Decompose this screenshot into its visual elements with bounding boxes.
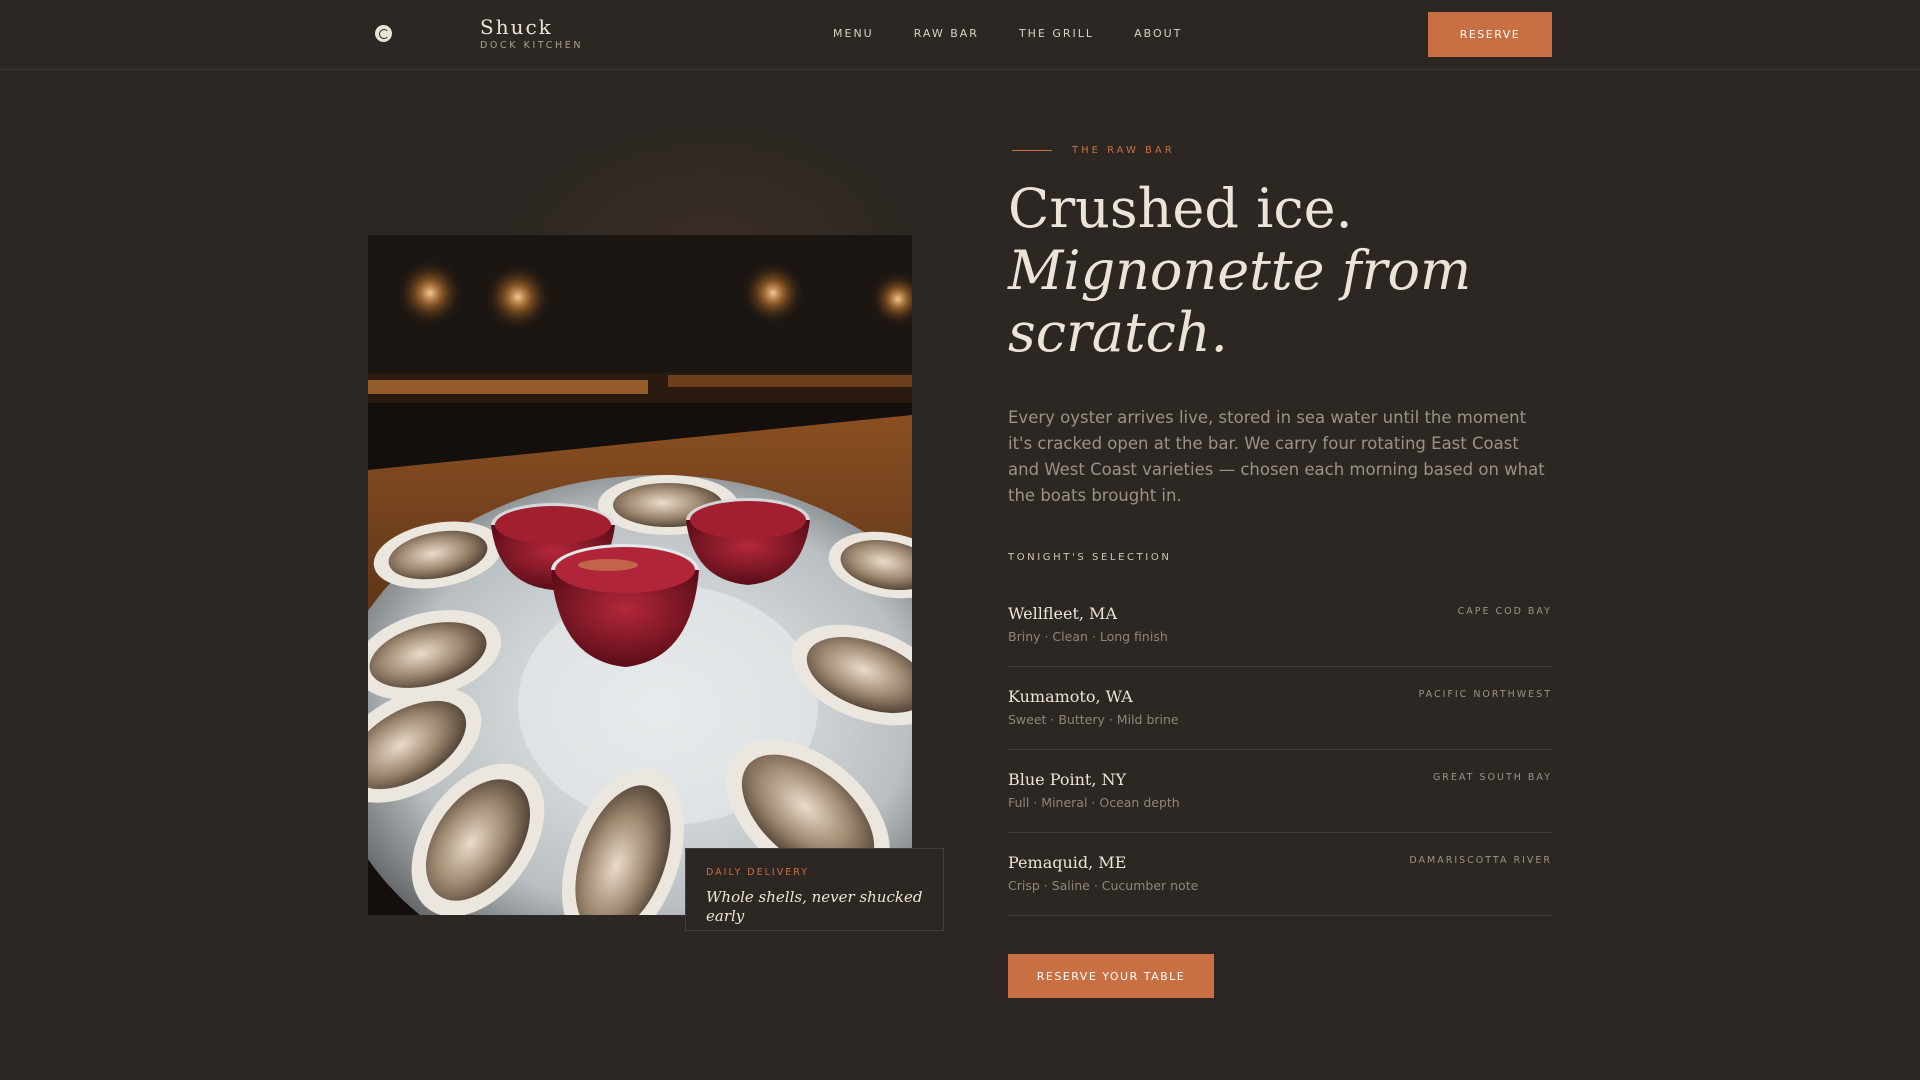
oyster-region: CAPE COD BAY xyxy=(1457,606,1552,617)
list-item: Blue Point, NY Full · Mineral · Ocean de… xyxy=(1008,750,1552,833)
oyster-region: GREAT SOUTH BAY xyxy=(1432,772,1552,783)
eyebrow-divider xyxy=(1012,150,1052,151)
reserve-button[interactable]: RESERVE xyxy=(1428,12,1552,57)
brand-subtitle: DOCK KITCHEN xyxy=(480,40,584,51)
brand-logo[interactable]: Shuck DOCK KITCHEN xyxy=(480,15,583,53)
nav-item-the-grill[interactable]: THE GRILL xyxy=(1019,27,1094,40)
selection-heading: TONIGHT'S SELECTION xyxy=(1008,552,1172,563)
oyster-region: DAMARISCOTTA RIVER xyxy=(1409,855,1552,866)
headline-line-1: Crushed ice. xyxy=(1008,177,1353,240)
oyster-notes: Briny · Clean · Long finish xyxy=(1008,629,1168,644)
page: Shuck DOCK KITCHEN MENU RAW BAR THE GRIL… xyxy=(0,0,1920,1080)
list-item: Kumamoto, WA Sweet · Buttery · Mild brin… xyxy=(1008,667,1552,750)
oyster-notes: Sweet · Buttery · Mild brine xyxy=(1008,712,1179,727)
hero-oyster-photo xyxy=(368,235,912,915)
brand-name: Shuck xyxy=(480,15,553,39)
nav-item-about[interactable]: ABOUT xyxy=(1134,27,1182,40)
nav-item-raw-bar[interactable]: RAW BAR xyxy=(914,27,979,40)
oyster-notes: Crisp · Saline · Cucumber note xyxy=(1008,878,1199,893)
headline-line-3: scratch. xyxy=(1008,301,1228,364)
headline-line-2: Mignonette from xyxy=(1008,239,1472,302)
oyster-list: Wellfleet, MA Briny · Clean · Long finis… xyxy=(1008,584,1552,916)
nav-item-menu[interactable]: MENU xyxy=(833,27,874,40)
oyster-platter-illustration xyxy=(368,235,912,915)
oyster-name: Kumamoto, WA xyxy=(1008,687,1133,706)
intro-paragraph: Every oyster arrives live, stored in sea… xyxy=(1008,408,1545,505)
eyebrow-label: THE RAW BAR xyxy=(1072,145,1175,156)
caption-eyebrow: DAILY DELIVERY xyxy=(706,867,810,878)
oyster-region: PACIFIC NORTHWEST xyxy=(1418,689,1552,700)
site-header: Shuck DOCK KITCHEN MENU RAW BAR THE GRIL… xyxy=(0,0,1920,70)
list-item: Wellfleet, MA Briny · Clean · Long finis… xyxy=(1008,584,1552,667)
caption-card: DAILY DELIVERY Whole shells, never shuck… xyxy=(685,848,944,931)
oyster-name: Pemaquid, ME xyxy=(1008,853,1127,872)
main-nav: MENU RAW BAR THE GRILL ABOUT xyxy=(833,27,1182,40)
oyster-name: Wellfleet, MA xyxy=(1008,604,1117,623)
caption-text: Whole shells, never shucked early xyxy=(706,888,923,925)
oyster-notes: Full · Mineral · Ocean depth xyxy=(1008,795,1180,810)
list-item: Pemaquid, ME Crisp · Saline · Cucumber n… xyxy=(1008,833,1552,916)
oyster-shell-icon[interactable] xyxy=(375,25,392,42)
page-title: Crushed ice. Mignonette from scratch. xyxy=(1008,178,1528,364)
oyster-name: Blue Point, NY xyxy=(1008,770,1127,789)
section-eyebrow: THE RAW BAR xyxy=(1012,145,1175,156)
reserve-table-button[interactable]: RESERVE YOUR TABLE xyxy=(1008,954,1214,998)
